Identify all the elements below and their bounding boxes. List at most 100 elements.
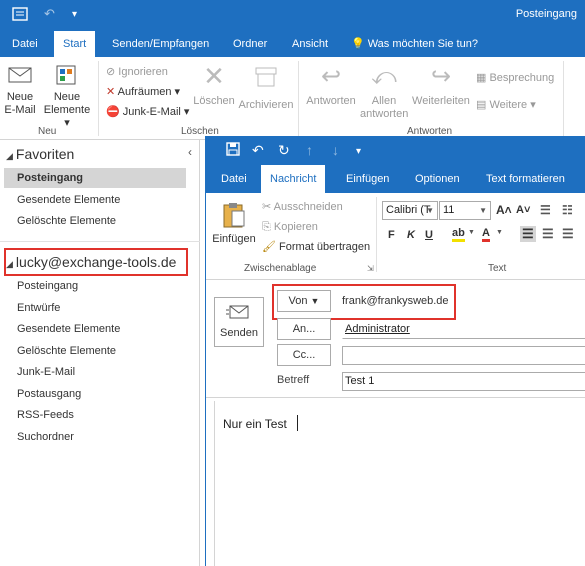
font-color-icon[interactable]: A — [482, 227, 490, 242]
tab-start[interactable]: Start — [54, 31, 96, 57]
compose-tab-options[interactable]: Optionen — [406, 165, 469, 193]
copy-button[interactable]: ⎘ Kopieren — [262, 219, 318, 235]
folder-search[interactable]: Suchordner — [17, 431, 74, 443]
qat-customize-icon[interactable]: ▾ — [356, 146, 361, 157]
more-label: Weitere ▾ — [489, 99, 536, 111]
compose-ribbon: Einfügen ✂ Ausschneiden ⎘ Kopieren 🖌 For… — [206, 193, 585, 280]
send-button[interactable]: Senden — [214, 297, 264, 347]
cleanup-label: Aufräumen ▾ — [117, 86, 181, 98]
tab-folder[interactable]: Ordner — [224, 31, 276, 57]
main-ribbon: Neue E-Mail Neue Elemente ▾ Neu ⊘ Ignori… — [0, 57, 585, 140]
forward-button[interactable]: ↪ Weiterleiten — [410, 63, 472, 108]
bullets-icon[interactable]: ☰ — [540, 203, 551, 217]
new-email-button[interactable]: Neue E-Mail — [4, 63, 36, 117]
compose-window: ↶ ↻ ↑ ↓ ▾ Datei Nachricht Einfügen Optio… — [205, 136, 585, 566]
meeting-button[interactable]: ▦ Besprechung — [476, 70, 554, 86]
folder-drafts[interactable]: Entwürfe — [17, 302, 60, 314]
compose-tab-message[interactable]: Nachricht — [261, 165, 326, 193]
shrink-font-icon[interactable]: A˅ — [516, 204, 530, 216]
up-arrow-icon[interactable]: ↑ — [306, 142, 313, 158]
font-name-select[interactable]: Calibri (T ▼ — [382, 201, 438, 220]
cleanup-button[interactable]: ✕ Aufräumen ▾ — [106, 84, 180, 100]
cut-button[interactable]: ✂ Ausschneiden — [262, 199, 343, 215]
compose-tab-file[interactable]: Datei — [212, 165, 256, 193]
group-new-label: Neu — [38, 126, 57, 137]
redo-icon[interactable]: ↻ — [278, 142, 290, 159]
folder-deleted[interactable]: Gelöschte Elemente — [17, 345, 116, 357]
reply-icon: ↩ — [320, 63, 342, 90]
favorites-header[interactable]: ◢ Favoriten — [6, 146, 74, 162]
tell-me-search[interactable]: 💡 Was möchten Sie tun? — [342, 31, 487, 57]
ribbon-separator — [376, 197, 377, 272]
save-icon[interactable] — [226, 142, 240, 159]
main-title-bar: ↶ ▾ Posteingang — [0, 0, 585, 31]
tab-file[interactable]: Datei — [3, 31, 47, 57]
to-button[interactable]: An... — [277, 318, 331, 340]
font-name-value: Calibri (T — [386, 204, 431, 216]
tab-send-receive[interactable]: Senden/Empfangen — [103, 31, 218, 57]
subject-label: Betreff — [277, 374, 310, 386]
clipboard-launcher-icon[interactable]: ⇲ — [367, 264, 374, 273]
text-cursor — [297, 415, 298, 431]
brush-icon: 🖌 — [262, 241, 280, 253]
grow-font-icon[interactable]: A˄ — [496, 203, 512, 217]
cc-button[interactable]: Cc... — [277, 344, 331, 366]
favorite-deleted[interactable]: Gelöschte Elemente — [17, 215, 116, 227]
undo-icon[interactable]: ↶ — [44, 6, 55, 22]
tell-me-label: Was möchten Sie tun? — [367, 38, 478, 50]
align-right-icon[interactable]: ☰ — [562, 226, 574, 242]
format-painter-label: Format übertragen — [279, 241, 371, 253]
format-painter-button[interactable]: 🖌 Format übertragen — [262, 239, 370, 255]
message-body[interactable]: Nur ein Test — [214, 401, 585, 566]
app-menu-icon[interactable] — [12, 6, 28, 25]
reply-all-label-2: antworten — [360, 108, 409, 120]
cc-field[interactable] — [342, 346, 585, 365]
more-respond-button[interactable]: ▤ Weitere ▾ — [476, 97, 536, 113]
new-items-button[interactable]: Neue Elemente ▾ — [40, 63, 94, 130]
font-size-select[interactable]: 11 ▼ — [439, 201, 491, 220]
message-header: Senden Von ▼ frank@frankysweb.de An... A… — [206, 280, 585, 398]
folder-sent[interactable]: Gesendete Elemente — [17, 323, 120, 335]
favorite-inbox[interactable]: Posteingang — [4, 168, 186, 188]
highlight-color-icon[interactable]: ab — [452, 227, 465, 242]
compose-tab-format-text[interactable]: Text formatieren — [477, 165, 574, 193]
calendar-icon: ▦ — [476, 72, 490, 84]
numbering-icon[interactable]: ☷ — [562, 203, 573, 217]
underline-button[interactable]: U — [425, 229, 433, 241]
compose-tab-insert[interactable]: Einfügen — [337, 165, 398, 193]
archive-label: Archivieren — [238, 99, 294, 111]
tab-view[interactable]: Ansicht — [283, 31, 337, 57]
chevron-down-icon[interactable]: ▼ — [468, 229, 475, 236]
ignore-icon: ⊘ — [106, 66, 119, 78]
down-arrow-icon[interactable]: ↓ — [332, 142, 339, 158]
archive-button[interactable]: Archivieren — [238, 63, 294, 112]
collapse-triangle-icon: ◢ — [6, 151, 13, 161]
favorite-sent[interactable]: Gesendete Elemente — [17, 194, 120, 206]
reply-all-button[interactable]: ⤺ Allen antworten — [360, 63, 408, 121]
chevron-down-icon[interactable]: ▼ — [496, 229, 503, 236]
qat-customize-icon[interactable]: ▾ — [72, 9, 77, 20]
reply-button[interactable]: ↩ Antworten — [303, 63, 359, 108]
align-center-icon[interactable]: ☰ — [542, 226, 554, 242]
chevron-down-icon: ▼ — [479, 206, 487, 215]
favorites-label: Favoriten — [15, 146, 75, 162]
envelope-icon — [8, 67, 32, 83]
subject-field[interactable]: Test 1 — [342, 372, 585, 391]
folder-inbox[interactable]: Posteingang — [17, 280, 78, 292]
delete-button[interactable]: ✕ Löschen — [192, 63, 236, 108]
italic-button[interactable]: K — [407, 229, 415, 241]
folder-junk[interactable]: Junk-E-Mail — [17, 366, 75, 378]
forward-label: Weiterleiten — [412, 95, 470, 107]
align-left-icon[interactable]: ☰ — [520, 226, 536, 242]
folder-outbox[interactable]: Postausgang — [17, 388, 81, 400]
to-field[interactable]: Administrator — [342, 320, 585, 339]
paste-button[interactable]: Einfügen — [211, 201, 257, 246]
ignore-button[interactable]: ⊘ Ignorieren — [106, 64, 168, 80]
undo-icon[interactable]: ↶ — [252, 142, 264, 159]
junk-icon: ⛔ — [106, 106, 123, 118]
collapse-pane-icon[interactable]: ‹ — [188, 145, 192, 159]
ribbon-separator — [563, 61, 564, 136]
bold-button[interactable]: F — [388, 229, 395, 241]
junk-button[interactable]: ⛔ Junk-E-Mail ▾ — [106, 104, 189, 120]
folder-rss[interactable]: RSS-Feeds — [17, 409, 74, 421]
